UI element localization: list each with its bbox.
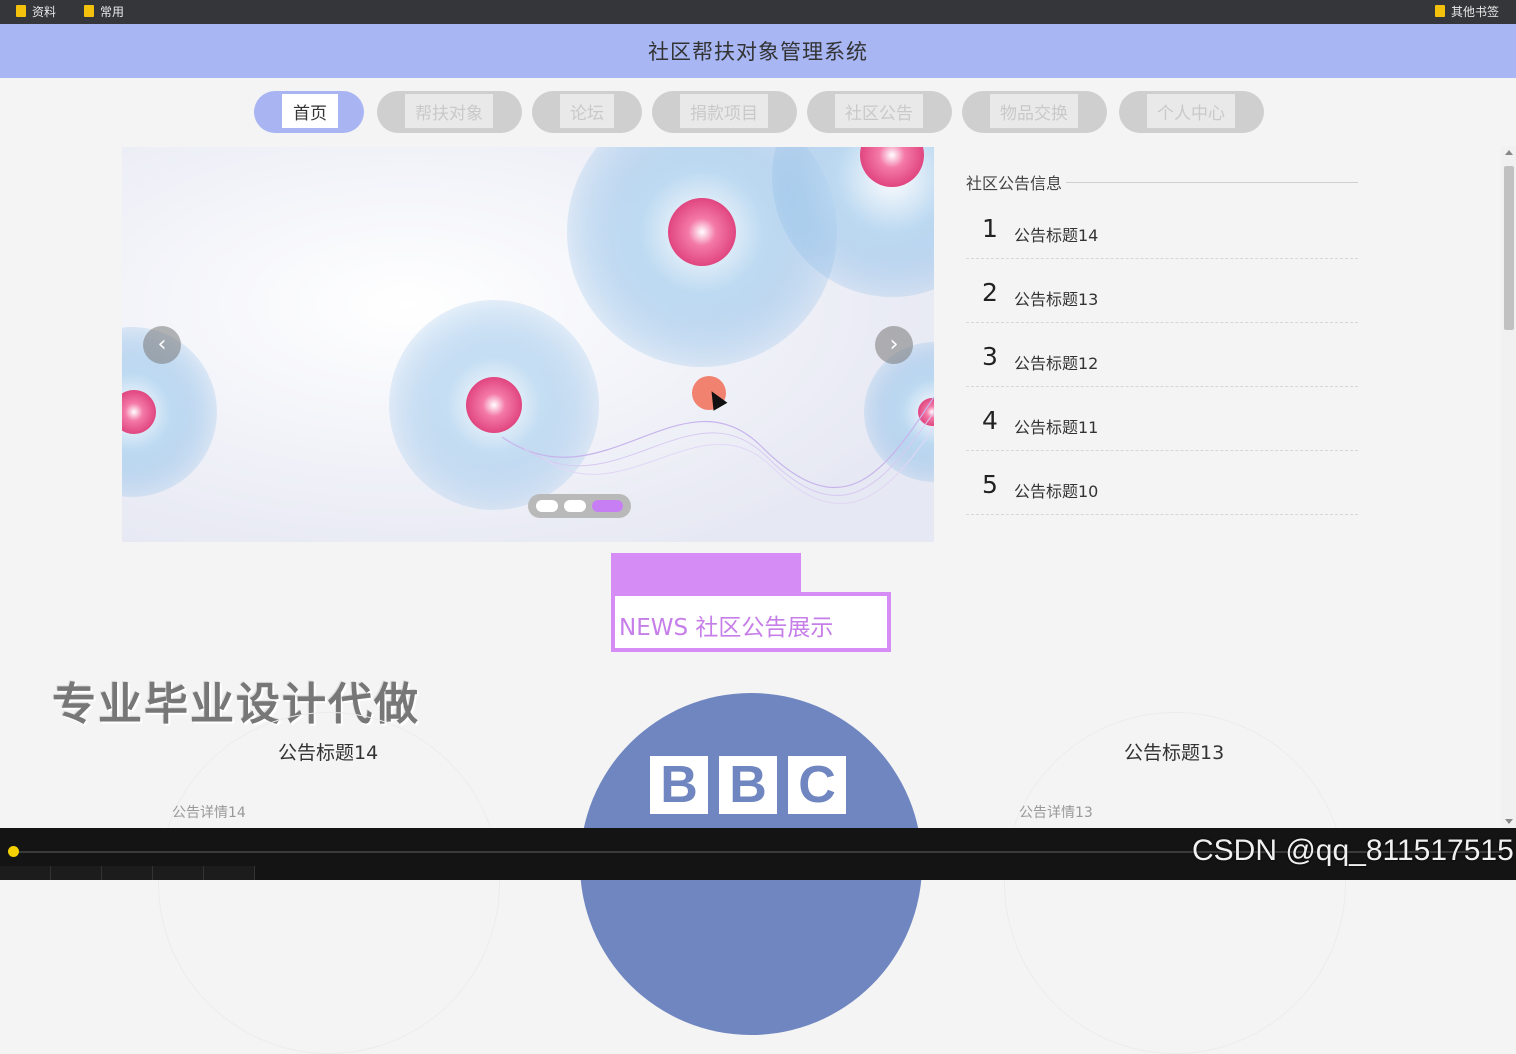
notice-item[interactable]: 3 公告标题12 <box>966 322 1358 387</box>
notice-rank: 2 <box>982 278 998 307</box>
nav-item-notices[interactable]: 社区公告 <box>807 91 952 133</box>
page-scrollbar[interactable] <box>1501 146 1516 828</box>
notice-panel-title: 社区公告信息 <box>966 170 1067 194</box>
nav-item-label: 物品交换 <box>990 94 1078 128</box>
csdn-watermark: CSDN @qq_811517515 <box>1192 834 1514 867</box>
scroll-down-icon[interactable] <box>1505 819 1513 824</box>
player-control[interactable] <box>51 866 102 880</box>
nav-item-label: 帮扶对象 <box>405 94 493 128</box>
other-bookmarks-label: 其他书签 <box>1451 4 1500 19</box>
nav-item-label: 论坛 <box>560 94 614 128</box>
site-title: 社区帮扶对象管理系统 <box>648 40 868 64</box>
video-player-bar: CSDN @qq_811517515 <box>0 828 1516 880</box>
nav-item-label: 社区公告 <box>835 94 923 128</box>
bookmark-label: 资料 <box>32 4 57 19</box>
folder-icon <box>16 5 26 17</box>
nav-item-donations[interactable]: 捐款项目 <box>652 91 797 133</box>
notice-rank: 4 <box>982 406 998 435</box>
notice-item[interactable]: 2 公告标题13 <box>966 258 1358 323</box>
notice-rank: 1 <box>982 214 998 243</box>
notice-title[interactable]: 公告标题10 <box>1014 478 1098 502</box>
news-heading: NEWS 社区公告展示 <box>619 615 834 641</box>
notice-title[interactable]: 公告标题14 <box>1014 222 1098 246</box>
player-control[interactable] <box>153 866 204 880</box>
nav-item-label: 个人中心 <box>1147 94 1235 128</box>
news-heading-tab <box>611 553 801 595</box>
notice-title[interactable]: 公告标题13 <box>1014 286 1098 310</box>
bookmark-item[interactable]: 常用 <box>84 2 124 20</box>
carousel-dot-active[interactable] <box>592 500 623 512</box>
nav-item-forum[interactable]: 论坛 <box>532 91 642 133</box>
news-card-detail: 公告详情14 <box>172 805 246 821</box>
carousel-prev-button[interactable]: ‹ <box>143 326 181 364</box>
scroll-up-icon[interactable] <box>1505 150 1513 155</box>
notice-panel: 社区公告信息 1 公告标题14 2 公告标题13 3 公告标题12 4 公告标题… <box>966 168 1358 515</box>
notice-rank: 5 <box>982 470 998 499</box>
bbc-logo-letter: C <box>788 756 846 814</box>
news-card-title[interactable]: 公告标题13 <box>1124 738 1224 765</box>
news-card-title[interactable]: 公告标题14 <box>278 738 378 765</box>
video-progress-handle[interactable] <box>8 846 19 857</box>
bookmark-item[interactable]: 资料 <box>16 2 56 20</box>
chevron-right-icon: › <box>889 332 899 357</box>
flower-banner-image <box>122 147 934 542</box>
news-card-detail: 公告详情13 <box>1019 805 1093 821</box>
carousel-pagination <box>528 494 631 518</box>
bookmark-label: 常用 <box>100 4 125 19</box>
player-control[interactable] <box>204 866 255 880</box>
notice-title[interactable]: 公告标题12 <box>1014 350 1098 374</box>
scrollbar-thumb[interactable] <box>1504 166 1514 330</box>
folder-icon <box>84 5 94 17</box>
player-controls <box>0 866 255 880</box>
nav-item-beneficiaries[interactable]: 帮扶对象 <box>377 91 522 133</box>
nav-item-label: 首页 <box>282 94 338 128</box>
notice-item[interactable]: 4 公告标题11 <box>966 386 1358 451</box>
other-bookmarks[interactable]: 其他书签 <box>1435 2 1499 20</box>
bbc-logo-letter: B <box>650 756 708 814</box>
nav-item-exchange[interactable]: 物品交换 <box>962 91 1107 133</box>
chevron-left-icon: ‹ <box>157 332 167 357</box>
carousel-dot[interactable] <box>564 500 586 512</box>
nav-item-label: 捐款项目 <box>680 94 768 128</box>
notice-rank: 3 <box>982 342 998 371</box>
folder-icon <box>1435 5 1445 17</box>
nav-item-profile[interactable]: 个人中心 <box>1119 91 1264 133</box>
carousel-dot[interactable] <box>536 500 558 512</box>
player-control[interactable] <box>0 866 51 880</box>
player-control[interactable] <box>102 866 153 880</box>
notice-item[interactable]: 5 公告标题10 <box>966 450 1358 515</box>
carousel-next-button[interactable]: › <box>875 326 913 364</box>
nav-item-home[interactable]: 首页 <box>254 91 364 133</box>
notice-title[interactable]: 公告标题11 <box>1014 414 1098 438</box>
main-nav: 首页 帮扶对象 论坛 捐款项目 社区公告 物品交换 个人中心 <box>0 91 1516 133</box>
notice-item[interactable]: 1 公告标题14 <box>966 194 1358 259</box>
banner-carousel[interactable] <box>122 147 934 542</box>
bbc-logo-letter: B <box>719 756 777 814</box>
site-header: 社区帮扶对象管理系统 <box>0 24 1516 78</box>
bookmarks-bar: 资料 常用 其他书签 <box>0 0 1516 24</box>
news-heading-box: NEWS 社区公告展示 <box>611 592 891 652</box>
